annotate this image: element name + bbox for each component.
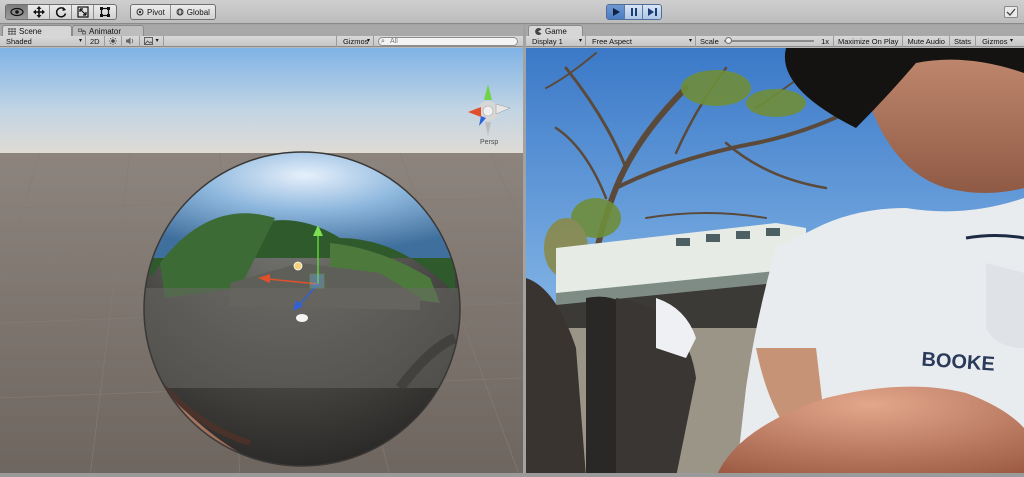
stats-toggle[interactable]: Stats (950, 35, 977, 47)
scene-tabbar: Scene Animator (0, 25, 523, 36)
lighting-toggle[interactable] (105, 35, 122, 47)
scene-gizmos-label: Gizmos (343, 36, 369, 46)
pivot-global-group: Pivot Global (130, 4, 216, 20)
dropdown-arrow-icon: ▾ (78, 37, 82, 44)
mode-2d-toggle[interactable]: 2D (86, 35, 105, 47)
scene-viewport[interactable]: Persp (0, 48, 523, 477)
globe-icon (176, 8, 184, 16)
pause-icon (630, 8, 637, 16)
pivot-label: Pivot (147, 7, 165, 17)
mute-audio-toggle[interactable]: Mute Audio (903, 35, 950, 47)
pivot-icon (136, 8, 144, 16)
game-gizmos-label: Gizmos (982, 36, 1008, 46)
scene-grid-icon (8, 28, 16, 35)
check-icon (1006, 8, 1016, 16)
bottom-strip (0, 473, 1024, 477)
maximize-on-play-toggle[interactable]: Maximize On Play (834, 35, 904, 47)
pivot-toggle[interactable]: Pivot (131, 5, 171, 19)
audio-toggle[interactable] (122, 35, 140, 47)
rotate-icon (55, 7, 66, 18)
rotate-tool-button[interactable] (50, 5, 72, 19)
mute-label: Mute Audio (907, 36, 945, 46)
game-control-bar: Display 1 ▾ Free Aspect ▾ Scale 1x Maxim… (526, 35, 1024, 47)
game-panel: Game Display 1 ▾ Free Aspect ▾ Scale 1x … (526, 25, 1024, 477)
game-tabbar: Game (526, 25, 1024, 36)
rect-tool-button[interactable] (94, 5, 116, 19)
play-icon (612, 8, 620, 16)
view-tool-button[interactable] (6, 5, 28, 19)
play-button[interactable] (607, 5, 625, 19)
dropdown-arrow-icon: ▾ (688, 37, 692, 44)
maximize-label: Maximize On Play (838, 36, 899, 46)
scale-value: 1x (821, 36, 829, 46)
tab-animator[interactable]: Animator (72, 25, 144, 36)
game-gizmos-dropdown[interactable]: Gizmos ▾ (976, 36, 1016, 47)
pacman-icon (535, 28, 542, 35)
speaker-icon (125, 37, 133, 45)
scale-label: Scale (700, 36, 719, 46)
scene-search-input[interactable]: ⌕ All (378, 36, 518, 46)
game-viewport[interactable]: BOOKE (526, 48, 1024, 477)
scale-icon (76, 6, 89, 18)
dropdown-arrow-icon: ▾ (155, 37, 159, 44)
scale-control: Scale 1x (696, 35, 834, 47)
playback-controls (606, 4, 662, 20)
mode-2d-label: 2D (90, 36, 100, 46)
collab-checkbox[interactable] (1004, 6, 1018, 18)
aspect-dropdown[interactable]: Free Aspect ▾ (586, 35, 696, 47)
dropdown-arrow-icon: ▾ (366, 37, 370, 44)
effects-dropdown[interactable]: ▾ (140, 35, 164, 47)
sun-icon (108, 37, 117, 45)
scale-slider-handle[interactable] (725, 37, 733, 44)
shading-mode-dropdown[interactable]: Shaded ▾ (0, 35, 86, 47)
main-toolbar: Pivot Global (0, 0, 1024, 24)
rect-icon (100, 7, 110, 17)
scale-slider-track[interactable] (723, 37, 814, 44)
scene-search-placeholder: All (390, 37, 398, 45)
image-icon (143, 37, 153, 45)
global-label: Global (186, 7, 210, 17)
step-button[interactable] (643, 5, 661, 19)
scene-panel: Scene Animator Shaded ▾ 2D ▾ Gizmos ▾ ⌕ … (0, 25, 523, 477)
step-icon (647, 8, 657, 16)
dropdown-arrow-icon: ▾ (1010, 37, 1014, 44)
scale-tool-button[interactable] (72, 5, 94, 19)
animator-icon (78, 28, 86, 35)
shading-mode-value: Shaded (6, 36, 32, 46)
search-icon: ⌕ (381, 37, 385, 45)
display-value: Display 1 (532, 36, 563, 46)
dropdown-arrow-icon: ▾ (578, 37, 582, 44)
tab-scene[interactable]: Scene (2, 25, 72, 36)
eye-icon (9, 7, 24, 17)
scene-control-bar: Shaded ▾ 2D ▾ Gizmos ▾ ⌕ All (0, 35, 523, 47)
scene-render[interactable]: Persp (0, 48, 523, 477)
persp-label[interactable]: Persp (480, 139, 498, 146)
move-tool-button[interactable] (28, 5, 50, 19)
transform-tools (5, 4, 117, 20)
scene-gizmos-dropdown[interactable]: Gizmos ▾ (336, 35, 374, 47)
global-toggle[interactable]: Global (171, 5, 215, 19)
display-dropdown[interactable]: Display 1 ▾ (526, 35, 586, 47)
pause-button[interactable] (625, 5, 643, 19)
move-arrows-icon (32, 6, 45, 18)
game-render[interactable]: BOOKE (526, 48, 1024, 477)
stats-label: Stats (953, 36, 972, 46)
tab-game[interactable]: Game (528, 25, 583, 36)
aspect-value: Free Aspect (592, 36, 633, 46)
